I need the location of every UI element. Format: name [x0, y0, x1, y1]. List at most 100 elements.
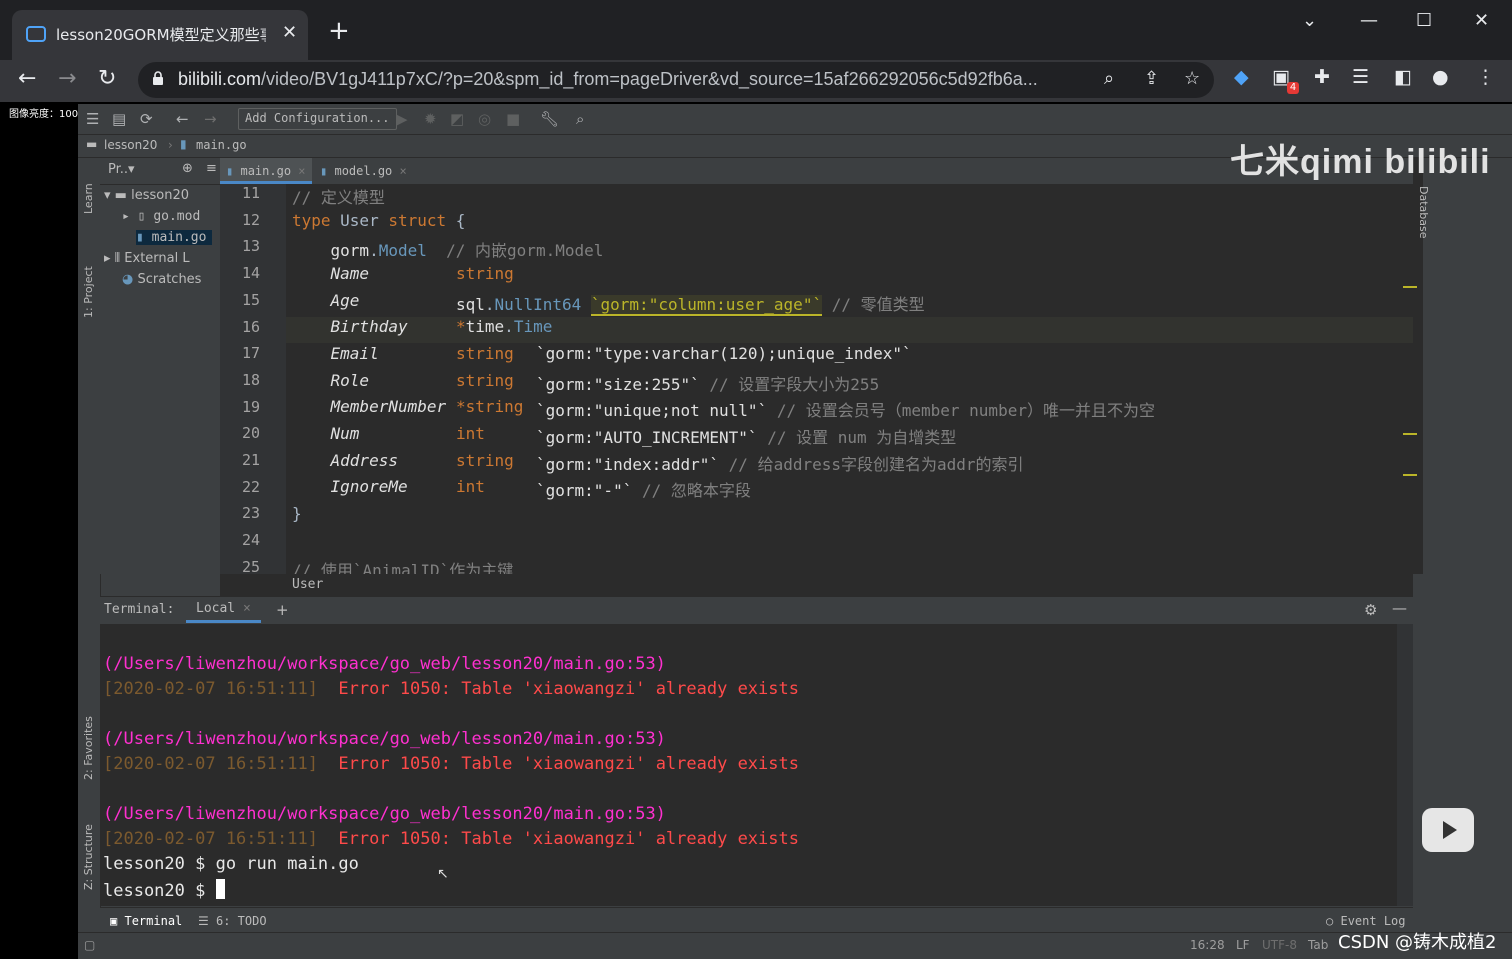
- terminal-icon: ▣: [110, 914, 118, 928]
- zoom-icon[interactable]: ⌕: [1104, 68, 1114, 89]
- locate-icon[interactable]: ⊕: [182, 161, 193, 176]
- stop-icon[interactable]: ■: [506, 110, 520, 128]
- code-line-12: type User struct {: [292, 211, 465, 237]
- terminal-output[interactable]: (/Users/liwenzhou/workspace/go_web/lesso…: [100, 624, 1397, 906]
- menu-kebab-icon[interactable]: ⋮: [1476, 66, 1495, 88]
- reading-list-icon[interactable]: ☰: [1352, 66, 1369, 88]
- terminal-prompt-line[interactable]: lesson20 $: [103, 879, 225, 901]
- comment: // 定义模型: [292, 188, 385, 207]
- browser-tab[interactable]: lesson20GORM模型定义那些事 ✕: [12, 10, 308, 60]
- tree-item-scratches[interactable]: ◕ Scratches: [122, 272, 201, 287]
- indent-setting[interactable]: Tab: [1308, 938, 1328, 952]
- extension-badge: 4: [1287, 82, 1299, 94]
- line-number: 17: [241, 344, 260, 363]
- line-number-gutter: 11 12 13 14 15 16 17 18 19 20 21 22 23 24 25: [220, 184, 286, 576]
- back-icon[interactable]: ←: [18, 66, 36, 91]
- tree-item-main-go[interactable]: ▮ main.go: [136, 230, 213, 245]
- warning-marker[interactable]: [1403, 433, 1417, 435]
- terminal-scrollbar[interactable]: [1397, 624, 1413, 906]
- tab-close-icon[interactable]: ✕: [282, 22, 297, 43]
- wrench-icon[interactable]: 🔧︎: [540, 110, 559, 128]
- tab-main-go[interactable]: ▮ main.go ×: [220, 158, 312, 184]
- todo-tool-tab[interactable]: ☰ 6: TODO: [198, 914, 267, 928]
- reload-icon[interactable]: ↻: [98, 66, 116, 91]
- tab-close-icon[interactable]: ×: [400, 164, 407, 178]
- code-line-23: }: [292, 504, 302, 530]
- profile-avatar-icon[interactable]: ●: [1432, 66, 1449, 88]
- search-everywhere-icon[interactable]: ⌕: [576, 110, 584, 128]
- code-line-17: Email string `gorm:"type:varchar(120);uniq…: [292, 344, 912, 370]
- minimize-button[interactable]: —: [1360, 10, 1378, 31]
- forward-nav-icon[interactable]: →: [204, 110, 217, 128]
- project-tool-tab[interactable]: 1: Project: [82, 266, 95, 318]
- share-icon[interactable]: ⇪: [1144, 68, 1159, 89]
- warning-marker[interactable]: [1403, 474, 1417, 476]
- gear-icon[interactable]: ⚙: [1364, 601, 1377, 619]
- tab-search-button[interactable]: ⌄: [1302, 10, 1317, 31]
- browser-tab-strip: lesson20GORM模型定义那些事 ✕ + ⌄ — ☐ ✕: [0, 0, 1512, 60]
- terminal-tool-tab[interactable]: ▣ Terminal: [110, 914, 182, 928]
- ide-toolbar: ☰ ▤ ⟳ ← → Add Configuration... ▶ ✹ ◩ ◎ ■…: [78, 104, 1512, 135]
- line-separator[interactable]: LF: [1236, 938, 1250, 952]
- hide-icon[interactable]: —: [1392, 599, 1407, 617]
- type: string: [456, 371, 514, 390]
- lock-icon[interactable]: [152, 71, 164, 85]
- url-path: /video/BV1gJ411p7xC/?p=20&spm_id_from=pa…: [261, 69, 1038, 89]
- debug-icon[interactable]: ✹: [424, 110, 437, 128]
- bottom-tool-tabs: ▣ Terminal ☰ 6: TODO ○ Event Log: [100, 907, 1413, 934]
- new-tab-button[interactable]: +: [328, 18, 350, 44]
- layout-icon[interactable]: ▢: [84, 938, 95, 952]
- save-icon[interactable]: ▤: [112, 110, 126, 128]
- learn-tool-tab[interactable]: Learn: [82, 183, 95, 214]
- new-terminal-button[interactable]: +: [276, 601, 289, 619]
- extension-gem-icon[interactable]: ◆: [1234, 66, 1249, 88]
- collapse-icon[interactable]: ≡: [206, 161, 217, 176]
- close-window-button[interactable]: ✕: [1474, 10, 1489, 31]
- tree-item-external[interactable]: ▸ ⫴ External L: [104, 251, 190, 266]
- project-menu-icon[interactable]: ☰: [86, 110, 99, 128]
- profile-icon[interactable]: ◎: [478, 110, 491, 128]
- tag-end: `: [622, 481, 633, 500]
- tree-item-lesson20[interactable]: ▾ ▬ lesson20: [104, 188, 189, 203]
- tab-label: Event Log: [1340, 914, 1406, 928]
- tab-label: 6: TODO: [216, 914, 267, 928]
- bilibili-mini-player-icon[interactable]: [1422, 808, 1474, 852]
- maximize-button[interactable]: ☐: [1416, 10, 1432, 31]
- database-tool-tab[interactable]: Database: [1417, 186, 1430, 239]
- code-editor[interactable]: // 定义模型 type User struct { gorm.Model //…: [286, 184, 1413, 574]
- breadcrumb-project[interactable]: lesson20: [104, 138, 157, 152]
- event-log-icon: ○: [1326, 914, 1334, 928]
- back-nav-icon[interactable]: ←: [176, 110, 189, 128]
- pointer: *: [456, 317, 466, 336]
- project-pane-title[interactable]: Pr..▾: [108, 162, 135, 177]
- file-encoding[interactable]: UTF-8: [1262, 938, 1297, 952]
- coverage-icon[interactable]: ◩: [450, 110, 464, 128]
- favorites-tool-tab[interactable]: 2: Favorites: [82, 716, 95, 780]
- structure-tool-tab[interactable]: Z: Structure: [82, 824, 95, 890]
- event-log-tool-tab[interactable]: ○ Event Log: [1326, 914, 1406, 928]
- tab-model-go[interactable]: ▮ model.go ×: [314, 158, 413, 184]
- tree-label: go.mod: [153, 209, 201, 224]
- error-text: Error 1050: Table 'xiaowangzi' already e…: [317, 754, 799, 774]
- code-breadcrumb[interactable]: User: [292, 577, 323, 592]
- tree-item-go-mod[interactable]: ▸ ▯ go.mod: [122, 209, 200, 224]
- url-text[interactable]: bilibili.com/video/BV1gJ411p7xC/?p=20&sp…: [178, 69, 1038, 90]
- breadcrumb-file[interactable]: main.go: [196, 138, 247, 152]
- line-number: 24: [241, 531, 260, 550]
- type: NullInt64: [494, 295, 582, 314]
- line-number: 20: [241, 424, 260, 443]
- bookmark-star-icon[interactable]: ☆: [1184, 68, 1200, 89]
- warning-marker[interactable]: [1403, 286, 1417, 288]
- add-configuration-button[interactable]: Add Configuration...: [238, 108, 397, 130]
- address-bar[interactable]: bilibili.com/video/BV1gJ411p7xC/?p=20&sp…: [138, 62, 1214, 98]
- sync-icon[interactable]: ⟳: [140, 110, 153, 128]
- forward-icon[interactable]: →: [58, 66, 76, 91]
- terminal-tab-local[interactable]: Local ×: [186, 597, 261, 623]
- bilibili-watermark-logo: 七米qimi bilibili: [1230, 143, 1491, 181]
- tab-close-icon[interactable]: ×: [298, 164, 305, 178]
- extensions-puzzle-icon[interactable]: ✚: [1314, 66, 1330, 88]
- run-icon[interactable]: ▶: [396, 110, 408, 128]
- side-panel-icon[interactable]: ◧: [1394, 66, 1412, 88]
- cursor-position[interactable]: 16:28: [1190, 938, 1225, 952]
- tab-close-icon[interactable]: ×: [243, 601, 251, 616]
